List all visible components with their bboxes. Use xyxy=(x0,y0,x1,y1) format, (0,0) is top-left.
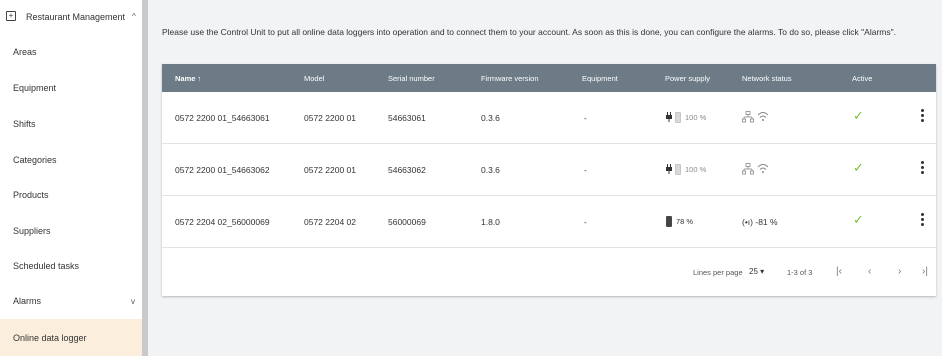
column-header-name[interactable]: Name ↑ xyxy=(175,74,201,83)
last-page-icon[interactable]: ›| xyxy=(922,266,928,277)
next-page-icon[interactable]: › xyxy=(898,266,901,277)
cell-model: 0572 2200 01 xyxy=(304,165,356,175)
sidebar-header-title: Restaurant Management xyxy=(26,12,126,22)
chevron-down-icon: v xyxy=(131,297,135,306)
cell-firmware: 0.3.6 xyxy=(481,113,500,123)
cell-equipment: - xyxy=(584,113,587,123)
collapse-caret-icon[interactable]: ^ xyxy=(132,12,136,21)
cell-model: 0572 2204 02 xyxy=(304,217,356,227)
ethernet-icon xyxy=(742,163,754,175)
sidebar-item-categories[interactable]: Categories xyxy=(0,142,142,177)
plug-icon xyxy=(666,112,672,122)
sidebar-item-label: Shifts xyxy=(13,119,36,129)
radio-signal-status: (•ı) -81 % xyxy=(742,217,778,227)
column-header-model[interactable]: Model xyxy=(304,74,324,83)
app-grid-icon: + xyxy=(6,11,16,21)
cell-equipment: - xyxy=(584,217,587,227)
sidebar-item-label: Areas xyxy=(13,47,37,57)
power-percentage: 100 % xyxy=(685,165,707,174)
lines-per-page-select[interactable]: 25 ▾ xyxy=(749,267,764,276)
info-notice: Please use the Control Unit to put all o… xyxy=(162,27,896,37)
table-row[interactable]: 0572 2200 01_54663062 0572 2200 01 54663… xyxy=(162,144,936,196)
cell-serial: 54663061 xyxy=(388,113,426,123)
power-percentage: 78 % xyxy=(676,217,694,226)
row-menu-kebab-icon[interactable] xyxy=(919,212,925,228)
cell-firmware: 0.3.6 xyxy=(481,165,500,175)
first-page-icon[interactable]: |‹ xyxy=(836,266,842,277)
sidebar-item-label: Equipment xyxy=(13,83,57,93)
column-header-active[interactable]: Active xyxy=(852,74,872,83)
row-menu-kebab-icon[interactable] xyxy=(919,108,925,124)
ethernet-icon xyxy=(742,111,754,123)
sidebar-item-areas[interactable]: Areas xyxy=(0,34,142,69)
cell-name: 0572 2200 01_54663062 xyxy=(175,165,270,175)
column-header-equipment[interactable]: Equipment xyxy=(582,74,618,83)
data-logger-table: Name ↑ Model Serial number Firmware vers… xyxy=(162,64,936,296)
sidebar-item-online-data-logger[interactable]: Online data logger xyxy=(0,319,142,356)
sidebar-item-label: Alarms xyxy=(13,296,42,306)
cell-firmware: 1.8.0 xyxy=(481,217,500,227)
battery-icon xyxy=(675,164,681,175)
wifi-icon xyxy=(757,164,769,173)
cell-name: 0572 2200 01_54663061 xyxy=(175,113,270,123)
table-row[interactable]: 0572 2204 02_56000069 0572 2204 02 56000… xyxy=(162,196,936,248)
table-row[interactable]: 0572 2200 01_54663061 0572 2200 01 54663… xyxy=(162,92,936,144)
wifi-icon xyxy=(757,112,769,121)
sidebar-item-suppliers[interactable]: Suppliers xyxy=(0,213,142,248)
cell-model: 0572 2200 01 xyxy=(304,113,356,123)
sidebar-item-products[interactable]: Products xyxy=(0,177,142,212)
sidebar-item-equipment[interactable]: Equipment xyxy=(0,70,142,105)
battery-icon xyxy=(675,112,681,123)
pagination-range: 1-3 of 3 xyxy=(787,268,813,277)
sidebar-item-alarms[interactable]: Alarms v xyxy=(0,283,142,318)
battery-icon xyxy=(666,216,672,227)
pagination-bar: Lines per page 25 ▾ 1-3 of 3 |‹ ‹ › ›| xyxy=(162,248,936,296)
lines-per-page-label: Lines per page xyxy=(693,268,743,277)
row-menu-kebab-icon[interactable] xyxy=(919,160,925,176)
active-check-icon: ✓ xyxy=(853,160,864,175)
sidebar-item-label: Suppliers xyxy=(13,226,51,236)
sidebar-item-scheduled-tasks[interactable]: Scheduled tasks xyxy=(0,248,142,283)
sidebar-item-shifts[interactable]: Shifts xyxy=(0,106,142,141)
column-header-serial-number[interactable]: Serial number xyxy=(388,74,435,83)
sidebar: + Restaurant Management ^ Areas Equipmen… xyxy=(0,0,142,356)
table-header: Name ↑ Model Serial number Firmware vers… xyxy=(162,64,936,92)
column-header-power-supply[interactable]: Power supply xyxy=(665,74,710,83)
sidebar-item-label: Online data logger xyxy=(13,333,87,343)
sidebar-item-label: Products xyxy=(13,190,49,200)
column-header-network-status[interactable]: Network status xyxy=(742,74,792,83)
sidebar-item-label: Categories xyxy=(13,155,57,165)
sidebar-scrollbar[interactable] xyxy=(142,0,148,356)
cell-serial: 54663062 xyxy=(388,165,426,175)
active-check-icon: ✓ xyxy=(853,108,864,123)
previous-page-icon[interactable]: ‹ xyxy=(868,266,871,277)
cell-serial: 56000069 xyxy=(388,217,426,227)
cell-equipment: - xyxy=(584,165,587,175)
sidebar-header[interactable]: + Restaurant Management ^ xyxy=(0,0,142,32)
column-header-firmware-version[interactable]: Firmware version xyxy=(481,74,539,83)
power-percentage: 100 % xyxy=(685,113,707,122)
sidebar-item-label: Scheduled tasks xyxy=(13,261,80,271)
active-check-icon: ✓ xyxy=(853,212,864,227)
plug-icon xyxy=(666,164,672,174)
cell-name: 0572 2204 02_56000069 xyxy=(175,217,270,227)
